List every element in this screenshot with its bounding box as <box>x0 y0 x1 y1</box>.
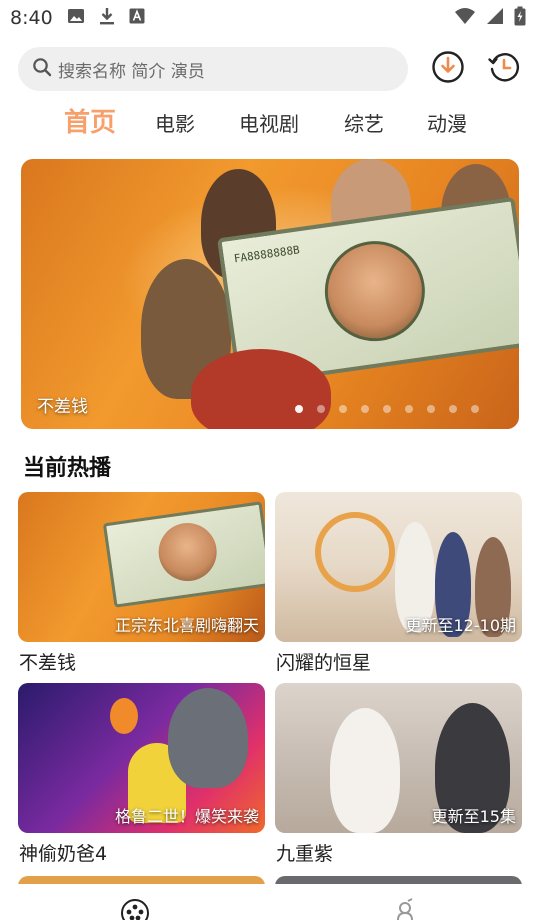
tab-variety[interactable]: 综艺 <box>344 108 384 137</box>
pagination-dot[interactable] <box>295 405 303 413</box>
banknote-serial: FA8888888B <box>233 243 301 266</box>
pagination-dot[interactable] <box>449 405 457 413</box>
image-icon <box>67 8 85 28</box>
video-card[interactable]: 格鲁二世！爆笑来袭 神偷奶爸4 <box>18 683 265 866</box>
banner-pagination <box>295 405 479 413</box>
thumbnail-portrait <box>154 519 221 585</box>
thumbnail-character <box>168 688 248 788</box>
card-badge: 格鲁二世！爆笑来袭 <box>114 807 259 826</box>
card-badge: 正宗东北喜剧嗨翻天 <box>114 616 259 635</box>
category-tabs: 首页 电影 电视剧 综艺 动漫 <box>0 100 540 144</box>
pagination-dot[interactable] <box>383 405 391 413</box>
thumbnail-banknote <box>102 501 265 608</box>
tab-anime[interactable]: 动漫 <box>427 108 467 137</box>
nav-profile[interactable] <box>270 884 540 920</box>
card-title: 不差钱 <box>19 652 77 674</box>
thumbnail-person <box>330 708 400 833</box>
battery-icon <box>514 6 526 30</box>
nav-home[interactable] <box>0 884 270 920</box>
banner-person <box>191 349 331 429</box>
tab-movies[interactable]: 电影 <box>155 108 195 137</box>
card-badge: 更新至12-10期 <box>405 616 517 635</box>
pagination-dot[interactable] <box>361 405 369 413</box>
status-bar: 8:40 <box>0 0 540 36</box>
status-time: 8:40 <box>10 7 53 29</box>
text-badge-icon <box>129 8 145 28</box>
history-button[interactable] <box>486 51 522 87</box>
featured-banner[interactable]: FA8888888B 不差钱 <box>21 159 519 429</box>
card-badge: 更新至15集 <box>431 807 516 826</box>
history-icon <box>487 50 521 88</box>
search-row: 搜索名称 简介 演员 <box>18 46 522 92</box>
section-title: 当前热播 <box>23 456 112 481</box>
pagination-dot[interactable] <box>317 405 325 413</box>
banner-caption: 不差钱 <box>37 397 88 417</box>
search-icon <box>32 57 52 81</box>
pagination-dot[interactable] <box>427 405 435 413</box>
video-card[interactable]: 正宗东北喜剧嗨翻天 不差钱 <box>18 492 265 675</box>
card-thumbnail: 格鲁二世！爆笑来袭 <box>18 683 265 833</box>
signal-icon <box>486 7 504 29</box>
profile-icon <box>392 898 418 920</box>
search-placeholder: 搜索名称 简介 演员 <box>58 61 205 82</box>
pagination-dot[interactable] <box>405 405 413 413</box>
card-thumbnail: 更新至12-10期 <box>275 492 522 642</box>
wifi-icon <box>454 7 476 29</box>
bottom-navigation <box>0 884 540 920</box>
card-title: 九重紫 <box>276 843 334 865</box>
pagination-dot[interactable] <box>339 405 347 413</box>
film-reel-icon <box>120 898 150 920</box>
video-card[interactable]: 更新至15集 九重紫 <box>275 683 522 866</box>
card-title: 神偷奶爸4 <box>19 843 108 865</box>
download-icon <box>99 7 115 29</box>
pagination-dot[interactable] <box>471 405 479 413</box>
card-thumbnail: 更新至15集 <box>275 683 522 833</box>
banknote-portrait <box>318 234 432 348</box>
card-thumbnail: 正宗东北喜剧嗨翻天 <box>18 492 265 642</box>
thumbnail-character <box>110 698 138 734</box>
download-button[interactable] <box>430 51 466 87</box>
thumbnail-stage-ring <box>315 512 395 592</box>
download-circle-icon <box>431 50 465 88</box>
tab-tv-series[interactable]: 电视剧 <box>239 108 299 137</box>
search-input[interactable]: 搜索名称 简介 演员 <box>18 47 408 91</box>
video-card[interactable]: 更新至12-10期 闪耀的恒星 <box>275 492 522 675</box>
tab-home[interactable]: 首页 <box>64 102 116 139</box>
card-title: 闪耀的恒星 <box>276 652 372 674</box>
